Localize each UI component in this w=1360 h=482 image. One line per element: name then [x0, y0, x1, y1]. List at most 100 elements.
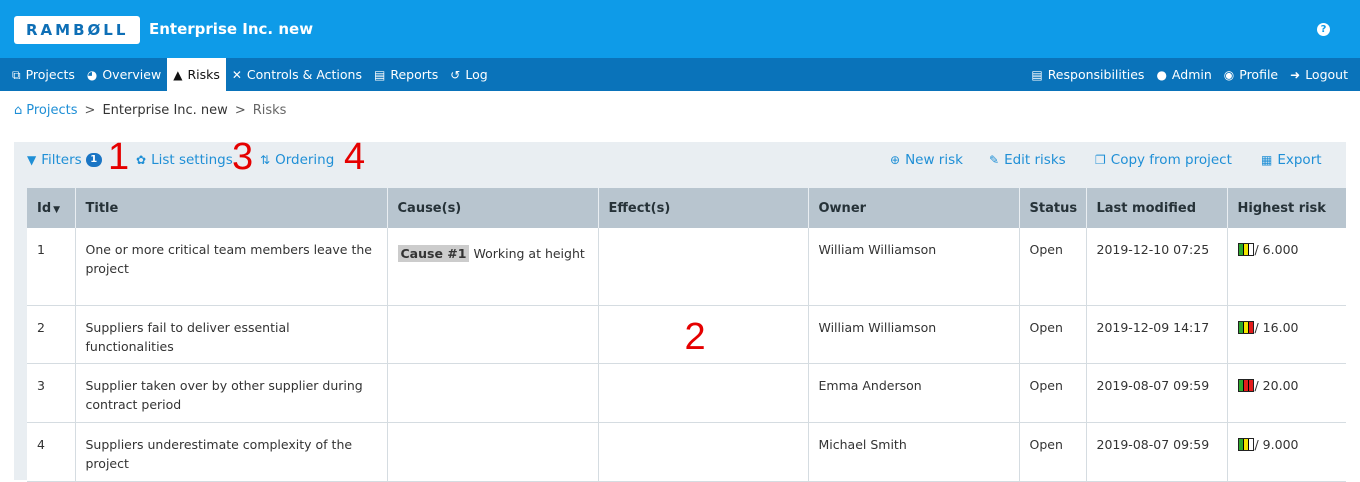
cell-status: Open — [1019, 422, 1087, 482]
breadcrumb-home-icon[interactable]: ⌂ — [14, 103, 22, 118]
cell-last-modified: 2019-08-07 09:59 — [1086, 363, 1228, 423]
breadcrumb-project[interactable]: Enterprise Inc. new — [102, 103, 227, 118]
table-header-row: Id ▼ Title Cause(s) Effect(s) Owner Statu… — [27, 188, 1346, 228]
nav-label: Logout — [1305, 67, 1348, 82]
cell-title[interactable]: Suppliers fail to deliver essential func… — [75, 305, 388, 364]
list-toolbar: ▼ Filters 1 ✿ List settings ⇅ Ordering ⊕… — [14, 138, 1346, 178]
cause-tag: Cause #1 — [397, 245, 470, 262]
cell-highest-risk: / 20.00 — [1227, 363, 1346, 423]
cell-effects — [598, 363, 809, 423]
cell-owner: William Williamson — [808, 305, 1020, 364]
warning-icon: ▲ — [173, 67, 183, 82]
nav-controls-actions[interactable]: ✕ Controls & Actions — [226, 58, 368, 91]
sitemap-icon: ⧉ — [12, 67, 21, 82]
copy-from-project-button[interactable]: ❐ Copy from project — [1095, 151, 1232, 169]
cell-title[interactable]: Suppliers underestimate complexity of th… — [75, 422, 388, 482]
annotation-marker-3: 3 — [232, 136, 254, 178]
cell-status: Open — [1019, 305, 1087, 364]
column-header-highest-risk[interactable]: Highest risk — [1227, 188, 1346, 228]
breadcrumb-projects[interactable]: Projects — [26, 103, 77, 118]
nav-admin[interactable]: ● Admin — [1150, 58, 1217, 91]
cell-last-modified: 2019-08-07 09:59 — [1086, 422, 1228, 482]
clipboard-icon: ▤ — [1031, 67, 1043, 82]
risk-table: Id ▼ Title Cause(s) Effect(s) Owner Statu… — [27, 188, 1346, 482]
table-row[interactable]: 2 Suppliers fail to deliver essential fu… — [27, 305, 1346, 364]
breadcrumb-current: Risks — [252, 102, 287, 118]
nav-overview[interactable]: ◕ Overview — [81, 58, 167, 91]
nav-profile[interactable]: ◉ Profile — [1218, 58, 1284, 91]
edit-icon: ✎ — [989, 153, 1000, 167]
cell-owner: Emma Anderson — [808, 363, 1020, 423]
breadcrumb-separator: > — [84, 102, 96, 118]
table-row[interactable]: 4 Suppliers underestimate complexity of … — [27, 422, 1346, 482]
risk-value: / 9.000 — [1254, 436, 1299, 452]
ordering-label: Ordering — [275, 152, 335, 168]
cell-id: 3 — [27, 363, 76, 423]
nav-risks[interactable]: ▲ Risks — [167, 58, 226, 91]
edit-risks-label: Edit risks — [1004, 152, 1066, 168]
new-risk-button[interactable]: ⊕ New risk — [890, 151, 963, 169]
cell-status: Open — [1019, 228, 1087, 306]
cell-title[interactable]: One or more critical team members leave … — [75, 228, 388, 306]
cell-status: Open — [1019, 363, 1087, 423]
cell-title[interactable]: Supplier taken over by other supplier du… — [75, 363, 388, 423]
nav-label: Admin — [1171, 67, 1212, 82]
annotation-marker-4: 4 — [344, 136, 366, 178]
risk-heat-icon — [1237, 378, 1254, 392]
cell-last-modified: 2019-12-09 14:17 — [1086, 305, 1228, 364]
filter-icon: ▼ — [27, 153, 37, 167]
nav-logout[interactable]: ➜ Logout — [1284, 58, 1354, 91]
cell-effects — [598, 228, 809, 306]
cell-highest-risk: / 9.000 — [1227, 422, 1346, 482]
nav-responsibilities[interactable]: ▤ Responsibilities — [1025, 58, 1150, 91]
column-header-last-modified[interactable]: Last modified — [1086, 188, 1228, 228]
users-cog-icon: ● — [1156, 67, 1167, 82]
column-header-title[interactable]: Title — [75, 188, 388, 228]
annotation-marker-1: 1 — [108, 136, 130, 178]
column-header-id[interactable]: Id ▼ — [27, 188, 76, 228]
file-icon: ▤ — [373, 67, 386, 82]
table-row[interactable]: 1 One or more critical team members leav… — [27, 228, 1346, 306]
nav-label: Profile — [1239, 67, 1279, 82]
company-name: Enterprise Inc. new — [149, 20, 314, 38]
nav-projects[interactable]: ⧉ Projects — [6, 58, 81, 91]
cell-owner: Michael Smith — [808, 422, 1020, 482]
cell-id: 4 — [27, 422, 76, 482]
export-label: Export — [1277, 152, 1322, 168]
column-header-effects[interactable]: Effect(s) — [598, 188, 809, 228]
filters-button[interactable]: ▼ Filters 1 — [27, 151, 102, 169]
gear-icon: ✿ — [136, 153, 147, 167]
nav-log[interactable]: ↺ Log — [444, 58, 493, 91]
nav-label: Log — [465, 67, 488, 82]
copy-from-project-label: Copy from project — [1110, 152, 1232, 168]
column-header-status[interactable]: Status — [1019, 188, 1087, 228]
nav-reports[interactable]: ▤ Reports — [368, 58, 444, 91]
copy-icon: ❐ — [1095, 153, 1106, 167]
column-label: Id — [37, 200, 52, 216]
edit-risks-button[interactable]: ✎ Edit risks — [989, 151, 1066, 169]
breadcrumb: ⌂ Projects > Enterprise Inc. new > Risks — [14, 100, 286, 120]
table-row[interactable]: 3 Supplier taken over by other supplier … — [27, 363, 1346, 423]
cell-id: 2 — [27, 305, 76, 364]
cause-text: Working at height — [473, 246, 585, 261]
app-header: RAMBØLL Enterprise Inc. new ? — [0, 0, 1360, 58]
cell-causes: Cause #1 Working at height — [387, 228, 599, 306]
list-settings-label: List settings — [151, 152, 233, 168]
filters-label: Filters — [41, 152, 82, 168]
list-settings-button[interactable]: ✿ List settings — [136, 151, 233, 169]
question-circle-icon[interactable]: ? — [1317, 23, 1330, 36]
risk-heat-icon — [1237, 320, 1254, 334]
plus-circle-icon: ⊕ — [890, 153, 901, 167]
sign-out-icon: ➜ — [1290, 67, 1301, 82]
column-header-owner[interactable]: Owner — [808, 188, 1020, 228]
export-button[interactable]: ▦ Export — [1261, 151, 1322, 169]
column-header-causes[interactable]: Cause(s) — [387, 188, 599, 228]
risk-value: / 20.00 — [1254, 377, 1299, 393]
ordering-button[interactable]: ⇅ Ordering — [260, 151, 334, 169]
sort-icon: ⇅ — [260, 153, 271, 167]
annotation-marker-2: 2 — [684, 315, 706, 358]
risk-heat-icon — [1237, 243, 1254, 256]
ramboll-logo[interactable]: RAMBØLL — [14, 16, 141, 44]
breadcrumb-separator: > — [234, 102, 246, 118]
nav-label: Risks — [187, 67, 220, 82]
